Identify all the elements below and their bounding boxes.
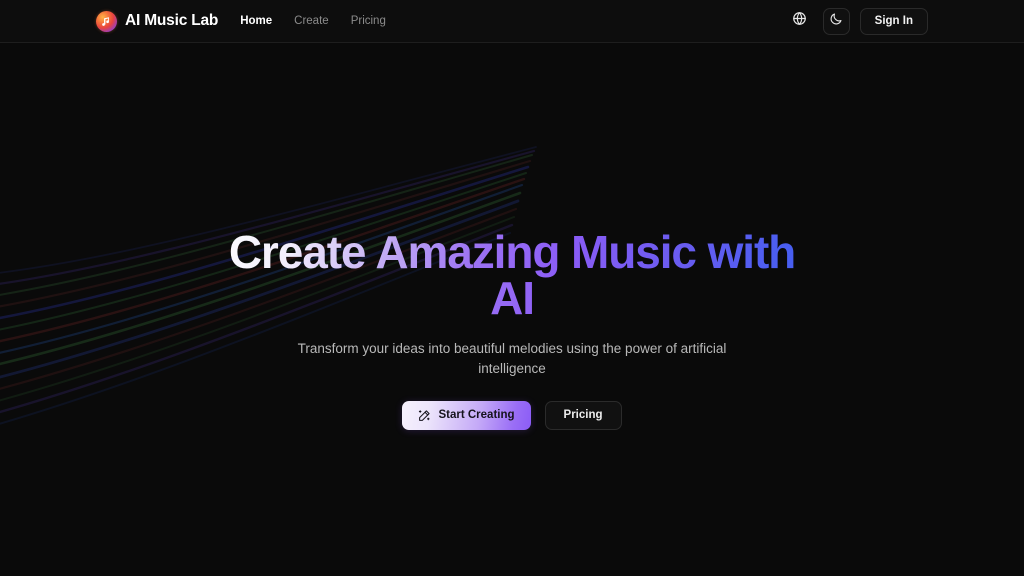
theme-toggle-button[interactable] bbox=[822, 7, 850, 35]
page-root: AI Music Lab Home Create Pricing Sign In… bbox=[0, 0, 1024, 576]
pricing-button[interactable]: Pricing bbox=[544, 400, 622, 430]
navbar-left-group: AI Music Lab Home Create Pricing bbox=[96, 10, 386, 32]
navbar-right-group: Sign In bbox=[787, 7, 928, 35]
hero-cta-row: Start Creating Pricing bbox=[402, 400, 622, 430]
nav-link-pricing[interactable]: Pricing bbox=[351, 15, 386, 27]
moon-icon bbox=[829, 12, 843, 31]
nav-link-create[interactable]: Create bbox=[294, 15, 329, 27]
start-creating-label: Start Creating bbox=[438, 409, 515, 422]
language-button[interactable] bbox=[787, 8, 813, 34]
navbar-links: Home Create Pricing bbox=[240, 15, 386, 27]
page-title: Create Amazing Music with AI bbox=[202, 229, 822, 321]
hero-section: Create Amazing Music with AI Transform y… bbox=[0, 43, 1024, 576]
brand-name: AI Music Lab bbox=[125, 12, 219, 29]
top-navbar: AI Music Lab Home Create Pricing Sign In bbox=[0, 0, 1024, 43]
magic-wand-icon bbox=[418, 409, 431, 422]
brand-logo[interactable]: AI Music Lab bbox=[96, 10, 219, 32]
sign-in-button[interactable]: Sign In bbox=[859, 7, 928, 35]
nav-link-home[interactable]: Home bbox=[240, 15, 272, 27]
start-creating-button[interactable]: Start Creating bbox=[402, 400, 531, 430]
music-note-circle-icon bbox=[96, 10, 117, 32]
globe-icon bbox=[792, 11, 807, 31]
hero-subtitle: Transform your ideas into beautiful melo… bbox=[297, 341, 727, 376]
